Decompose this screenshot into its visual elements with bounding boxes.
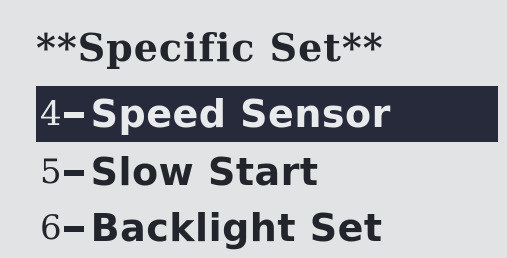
menu-item-number: 6 [40,208,62,248]
dash-icon [63,170,84,176]
menu-item-label: Backlight Set [90,206,383,250]
menu-item-label: Slow Start [90,150,319,194]
dash-icon [63,112,84,118]
menu-title: **Specific Set** [36,25,384,70]
menu-item-backlight-set[interactable]: 6 Backlight Set [36,200,383,256]
menu-item-speed-sensor[interactable]: 4 Speed Sensor [36,86,498,142]
menu-item-slow-start[interactable]: 5 Slow Start [36,144,319,200]
lcd-screen: **Specific Set** 4 Speed Sensor 5 Slow S… [0,0,507,258]
menu-item-number: 5 [40,152,62,192]
menu-item-number: 4 [40,94,62,134]
dash-icon [63,226,84,232]
menu-item-label: Speed Sensor [90,92,391,136]
